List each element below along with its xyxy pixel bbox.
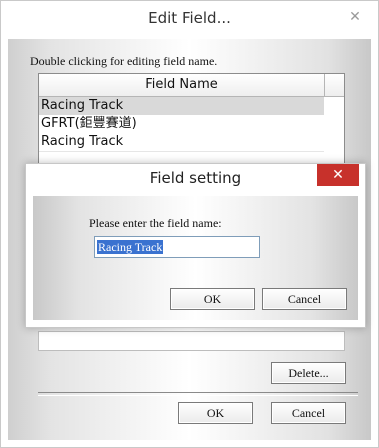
divider [38, 392, 358, 396]
field-setting-title: Field setting [149, 169, 242, 187]
field-name-input-value: Racing Track [97, 240, 164, 254]
field-list-lower-area[interactable] [38, 331, 345, 351]
list-item[interactable]: Racing Track [39, 133, 324, 151]
ok-button[interactable]: OK [178, 402, 253, 424]
column-header-field-name[interactable]: Field Name [39, 74, 325, 97]
close-icon[interactable]: ✕ [340, 5, 370, 29]
field-setting-title-bar: Field setting ✕ [26, 164, 365, 196]
list-item[interactable]: Racing Track [39, 97, 324, 115]
row-divider [39, 151, 324, 152]
cancel-button[interactable]: Cancel [271, 402, 346, 424]
field-setting-cancel-button[interactable]: Cancel [262, 288, 347, 310]
instruction-text: Double clicking for editing field name. [30, 54, 218, 68]
title-bar: Edit Field... ✕ [1, 1, 378, 38]
window-title: Edit Field... [148, 9, 231, 27]
field-name-input[interactable]: Racing Track [94, 236, 260, 258]
field-setting-close-icon[interactable]: ✕ [317, 164, 359, 186]
delete-button[interactable]: Delete... [271, 362, 346, 384]
field-name-prompt: Please enter the field name: [89, 216, 222, 230]
field-setting-ok-button[interactable]: OK [170, 288, 255, 310]
column-header-filler [325, 74, 344, 97]
list-item[interactable]: GFRT(鉅豐賽道) [39, 115, 324, 133]
